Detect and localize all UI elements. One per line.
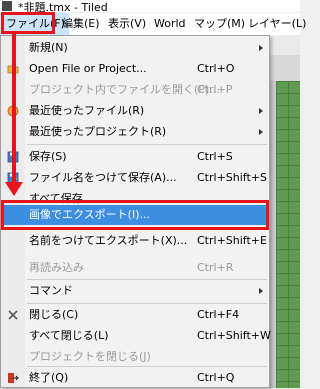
menu-item-save[interactable]: 保存(S) Ctrl+S [1,146,269,168]
submenu-arrow-icon [259,108,263,114]
menu-world[interactable]: World [150,13,190,35]
menu-item-shortcut: Ctrl+R [197,261,234,274]
menu-view[interactable]: 表示(V) [104,13,150,35]
menu-item-label: ファイル名をつけて保存(A)... [29,171,177,184]
menu-item-close[interactable]: 閉じる(C) Ctrl+F4 [1,304,269,326]
submenu-arrow-icon [259,45,263,51]
menu-separator [27,144,267,145]
menu-item-label: 保存(S) [29,150,67,163]
map-canvas[interactable] [276,81,300,388]
menu-item-recent-projects[interactable]: 最近使ったプロジェクト(R) [1,121,269,143]
close-x-icon [8,310,18,320]
menu-item-shortcut: Ctrl+Shift+E [197,234,267,247]
menu-item-label: 最近使ったファイル(R) [29,104,145,117]
menu-item-shortcut: Ctrl+S [197,150,233,163]
menu-layer[interactable]: レイヤー(L) [244,13,310,35]
exit-icon [8,373,19,383]
menu-item-shortcut: Ctrl+Shift+W [197,329,271,342]
menu-item-open-in-project[interactable]: プロジェクト内でファイルを開く(P)... Ctrl+P [1,79,269,101]
submenu-arrow-icon [259,129,263,135]
menu-item-close-project[interactable]: プロジェクトを閉じる(J) [1,346,269,368]
menu-item-label: 終了(Q) [29,371,69,384]
menu-item-open[interactable]: Open File or Project... Ctrl+O [1,58,269,80]
annotation-arrow-head-icon [5,182,23,196]
menu-item-commands[interactable]: コマンド [1,280,269,302]
editor-toolbar [270,55,300,82]
annotation-box-file-menu [1,12,55,34]
menu-item-export-as[interactable]: 名前をつけてエクスポート(X)... Ctrl+Shift+E [1,230,269,252]
menu-edit[interactable]: 編集(E) [58,13,104,35]
menu-item-shortcut: Ctrl+F4 [197,308,240,321]
menu-item-quit[interactable]: 終了(Q) Ctrl+Q [1,367,269,389]
submenu-arrow-icon [259,288,263,294]
menu-item-label: プロジェクトを閉じる(J) [29,350,151,363]
menu-item-save-as[interactable]: ファイル名をつけて保存(A)... Ctrl+Shift+S [1,167,269,189]
annotation-arrow-shaft [12,34,16,184]
menu-item-shortcut: Ctrl+O [197,62,235,75]
menu-item-recent-files[interactable]: 最近使ったファイル(R) [1,100,269,122]
menu-item-label: すべて閉じる(L) [29,329,109,342]
menu-map[interactable]: マップ(M) [190,13,249,35]
menu-item-label: 最近使ったプロジェクト(R) [29,125,167,138]
window-title-bar: *非題.tmx - Tiled [0,0,300,14]
menu-item-label: コマンド [29,284,73,297]
menu-item-shortcut: Ctrl+P [197,83,233,96]
menu-item-label: 再読み込み [29,261,84,274]
menu-item-reload[interactable]: 再読み込み Ctrl+R [1,257,269,279]
menu-item-shortcut: Ctrl+Shift+S [197,171,267,184]
menu-item-label: 新規(N) [29,41,68,54]
menu-item-new[interactable]: 新規(N) [1,37,269,59]
menu-item-label: 名前をつけてエクスポート(X)... [29,234,188,247]
menu-item-label: 閉じる(C) [29,308,79,321]
menu-item-close-all[interactable]: すべて閉じる(L) Ctrl+Shift+W [1,325,271,347]
tiled-app-icon [2,1,12,11]
menu-item-label: Open File or Project... [29,62,147,75]
annotation-box-export-image [1,200,269,230]
menu-item-label: プロジェクト内でファイルを開く(P)... [29,83,220,96]
menu-item-shortcut: Ctrl+Q [197,371,235,384]
